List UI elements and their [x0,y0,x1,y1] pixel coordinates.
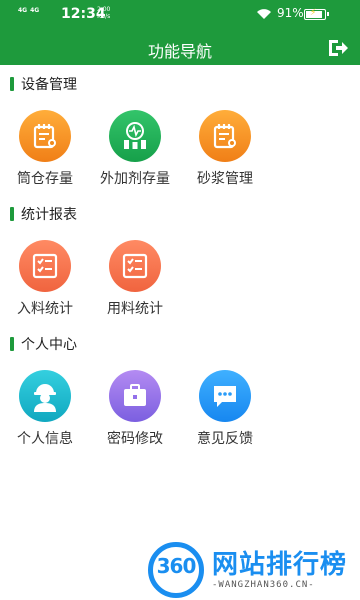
section-title-equipment: 设备管理 [21,77,77,93]
checklist-icon [109,240,161,292]
checklist-icon [19,240,71,292]
tile-label: 筒仓存量 [17,171,73,187]
network-speed-unit: KB/s [97,13,111,20]
logout-icon[interactable] [327,38,349,58]
charging-icon: ⚡ [310,8,317,18]
network-label-2: 4G [30,7,40,14]
tile-personal-info[interactable]: 个人信息 [5,370,85,448]
tile-feedback[interactable]: 意见反馈 [185,370,265,448]
admixture-gauge-icon [109,110,161,162]
tile-mortar-management[interactable]: 砂浆管理 [185,110,265,188]
tile-silo-stock[interactable]: 筒仓存量 [5,110,85,188]
section-header-reports: 统计报表 [10,204,77,224]
chat-bubble-icon [199,370,251,422]
tile-label: 意见反馈 [197,431,253,447]
mortar-report-icon [199,110,251,162]
network-speed-value: 2.00 [97,6,111,13]
section-marker [10,337,14,351]
tile-change-password[interactable]: 密码修改 [95,370,175,448]
silo-report-icon [19,110,71,162]
network-indicator: 4G 4G [18,7,39,14]
tile-admixture-stock[interactable]: 外加剂存量 [95,110,175,188]
section-header-equipment: 设备管理 [10,74,77,94]
section-title-personal: 个人中心 [21,337,77,353]
wifi-icon [257,9,271,19]
tile-label: 外加剂存量 [100,171,170,187]
watermark-logo-text: 360 [156,554,197,578]
app-header: 4G 4G 12:34 2.00 KB/s 91% ⚡ 功能导航 [0,0,360,65]
tile-usage-stats[interactable]: 用料统计 [95,240,175,318]
page-title: 功能导航 [147,42,212,61]
watermark-subtitle: -WANGZHAN360.CN- [212,580,315,590]
watermark: 360 网站排行榜 -WANGZHAN360.CN- [148,540,360,600]
battery-percent: 91% [277,6,304,20]
watermark-title: 网站排行榜 [212,550,348,580]
briefcase-icon [109,370,161,422]
tile-label: 砂浆管理 [197,171,253,187]
tile-label: 个人信息 [17,431,73,447]
status-bar: 4G 4G 12:34 2.00 KB/s 91% ⚡ [0,0,360,28]
section-marker [10,77,14,91]
section-marker [10,207,14,221]
worker-avatar-icon [19,370,71,422]
tile-label: 入料统计 [17,301,73,317]
section-header-personal: 个人中心 [10,334,77,354]
network-label-1: 4G [18,7,28,14]
tile-label: 用料统计 [107,301,163,317]
network-speed: 2.00 KB/s [97,6,110,20]
tile-label: 密码修改 [107,431,163,447]
section-title-reports: 统计报表 [21,207,77,223]
tile-intake-stats[interactable]: 入料统计 [5,240,85,318]
battery-icon: ⚡ [304,8,329,20]
